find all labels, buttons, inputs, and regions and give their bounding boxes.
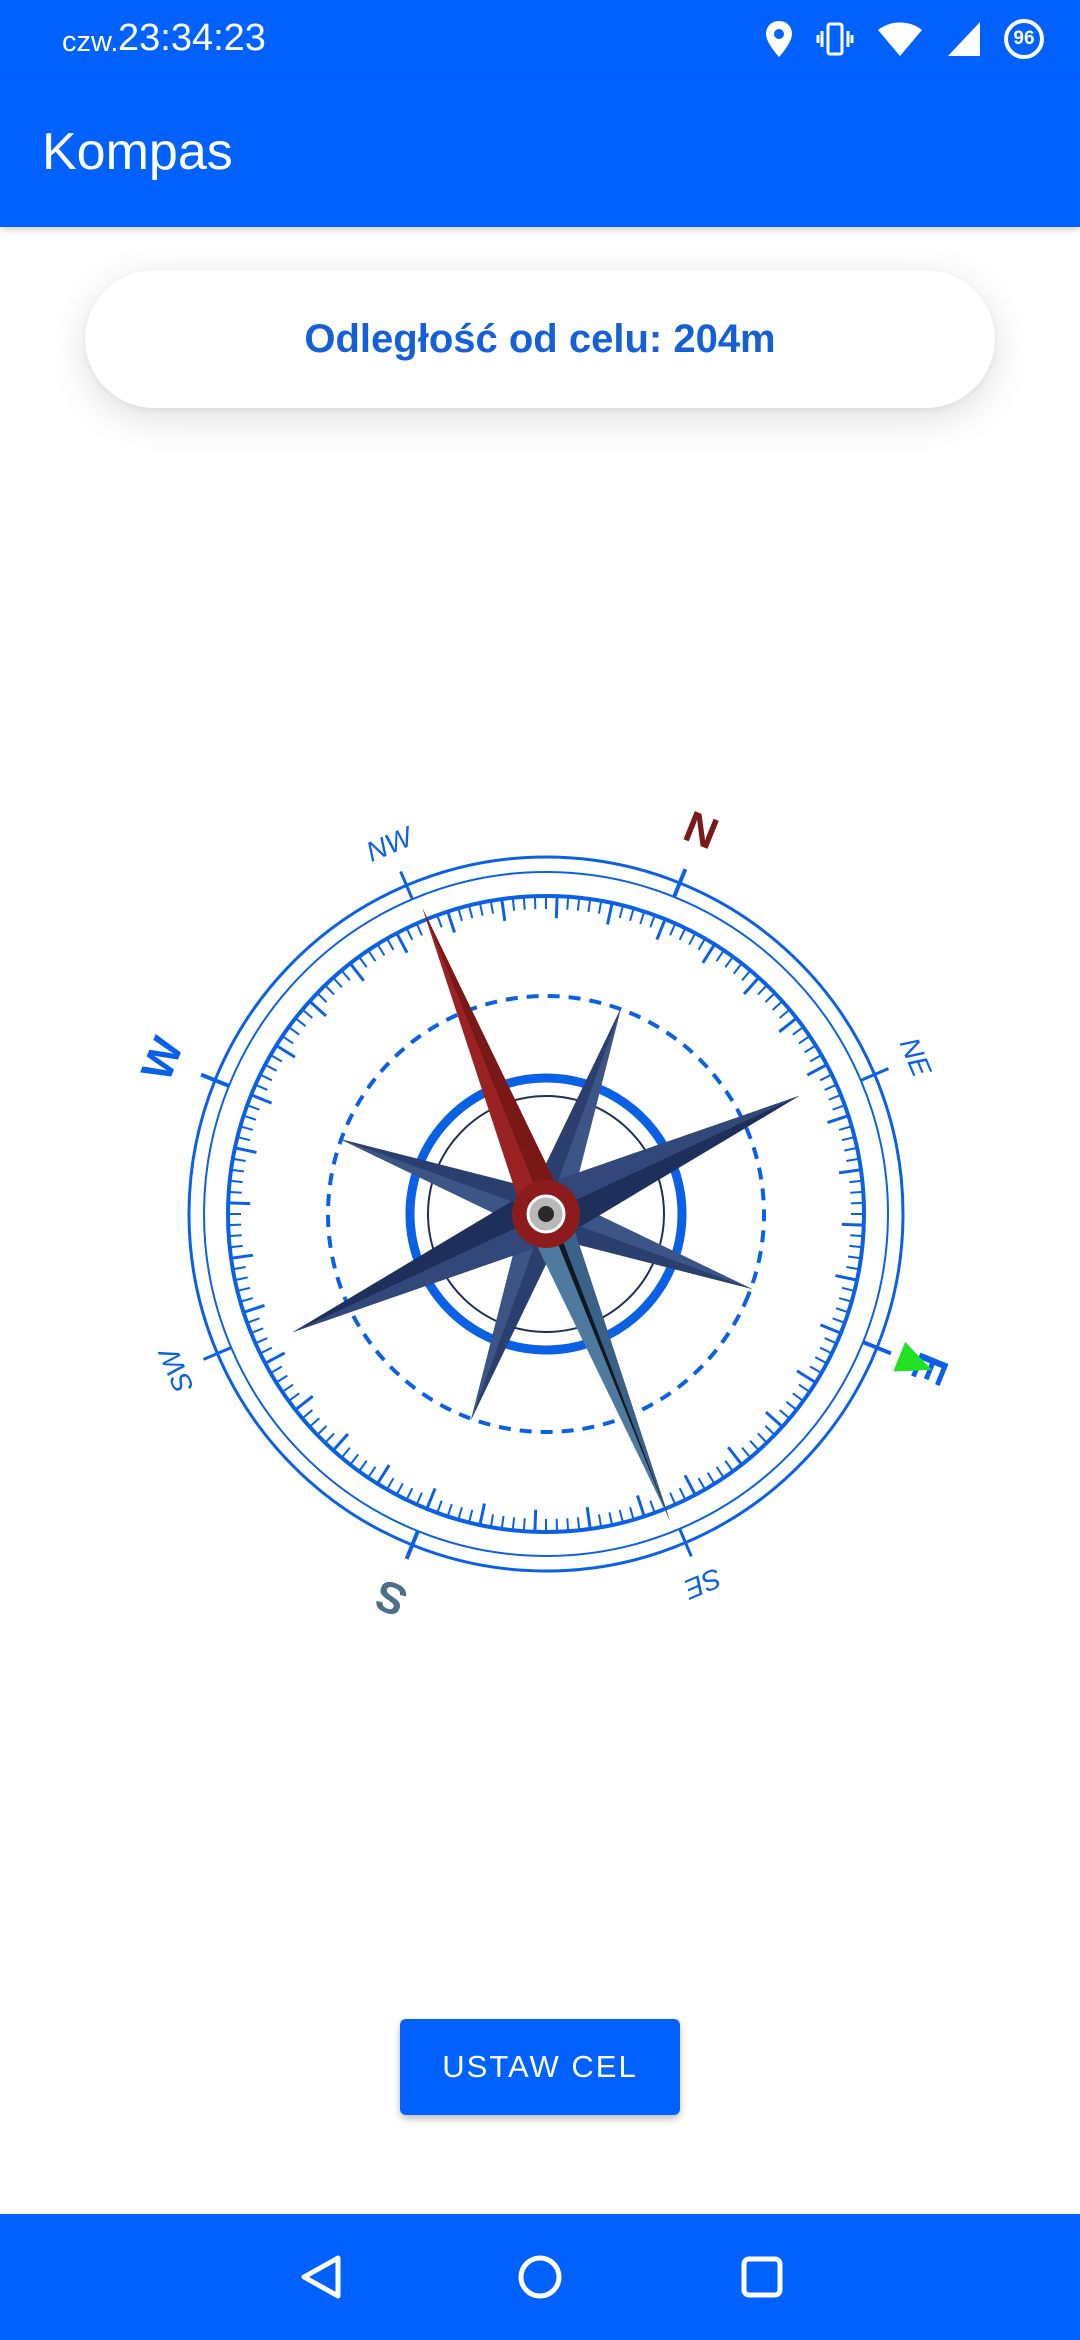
dial-tick bbox=[835, 1307, 849, 1314]
label-group-se: SE bbox=[678, 1528, 726, 1605]
dial-tick bbox=[798, 1383, 811, 1393]
dial-tick bbox=[832, 1317, 846, 1324]
dial-tick bbox=[240, 1125, 254, 1131]
dial-tick bbox=[606, 902, 614, 925]
dial-tick bbox=[741, 969, 752, 981]
dial-tick bbox=[281, 1035, 294, 1045]
dial-tick bbox=[835, 1274, 858, 1282]
dial-tick bbox=[255, 1083, 268, 1091]
dial-tick bbox=[701, 943, 716, 964]
dial-tick bbox=[819, 1346, 833, 1355]
dial-tick bbox=[234, 1146, 257, 1154]
dial-tick bbox=[715, 949, 725, 962]
dial-tick bbox=[764, 1410, 784, 1428]
dial-tick bbox=[554, 896, 559, 919]
dial-tick bbox=[230, 1253, 254, 1260]
dial-tick bbox=[270, 1054, 283, 1063]
dial-tick bbox=[275, 1044, 296, 1059]
dial-tick bbox=[405, 1487, 414, 1501]
dial-tick bbox=[395, 1482, 404, 1496]
dial-tick bbox=[316, 1425, 328, 1436]
dial-tick bbox=[324, 1432, 335, 1444]
dial-tick bbox=[757, 1432, 768, 1444]
dial-tick bbox=[425, 1487, 437, 1510]
dial-tick bbox=[697, 938, 706, 951]
dial-tick bbox=[386, 1477, 395, 1490]
cardinal-label-w: W bbox=[132, 1030, 193, 1087]
dial-tick bbox=[446, 1503, 453, 1517]
dial-tick bbox=[332, 1432, 350, 1452]
dial-tick bbox=[779, 1409, 791, 1420]
dial-tick bbox=[732, 962, 743, 975]
dial-tick bbox=[742, 976, 760, 996]
dial-tick bbox=[785, 1400, 798, 1411]
intercardinal-label-se: SE bbox=[679, 1562, 726, 1605]
dial-tick bbox=[796, 1369, 817, 1384]
intercardinal-label-nw: NW bbox=[362, 820, 419, 868]
dial-tick bbox=[264, 1063, 278, 1072]
dial-tick bbox=[669, 923, 677, 936]
dial-tick bbox=[308, 1000, 328, 1018]
dial-tick bbox=[824, 1337, 837, 1345]
dial-tick bbox=[500, 898, 507, 922]
dial-tick bbox=[688, 932, 697, 946]
nav-bar bbox=[0, 2214, 1080, 2340]
compass-area: N E S W NE bbox=[0, 0, 1080, 2340]
dial-tick bbox=[301, 1008, 313, 1019]
dial-tick bbox=[792, 1392, 804, 1402]
set-target-button[interactable]: USTAW CEL bbox=[400, 2019, 680, 2115]
compass-screen: czw. 23:34:23 96 Kompas Odległość od cel… bbox=[0, 0, 1080, 2340]
dial-tick bbox=[819, 1323, 842, 1335]
dial-tick bbox=[294, 1017, 307, 1028]
dial-tick bbox=[757, 984, 768, 996]
dial-tick bbox=[533, 1509, 538, 1532]
dial-tick bbox=[655, 918, 667, 941]
label-group-ne: NE bbox=[860, 1033, 938, 1082]
dial-tick bbox=[324, 984, 335, 996]
dial-tick bbox=[841, 1222, 864, 1227]
dial-tick bbox=[478, 1503, 486, 1526]
dial-tick bbox=[724, 956, 734, 968]
intercardinal-label-ne: NE bbox=[894, 1033, 938, 1081]
dial-tick bbox=[376, 1464, 391, 1485]
dial-tick bbox=[809, 1365, 822, 1374]
recents-icon[interactable] bbox=[732, 2247, 792, 2307]
dial-tick bbox=[457, 1506, 463, 1520]
dial-tick bbox=[639, 911, 646, 925]
cardinal-label-s: S bbox=[368, 1569, 414, 1625]
dial-tick bbox=[358, 1460, 368, 1472]
dial-tick bbox=[243, 1114, 257, 1121]
dial-tick bbox=[764, 992, 776, 1003]
dial-tick bbox=[838, 1168, 862, 1175]
dial-tick bbox=[415, 1492, 423, 1505]
dial-tick bbox=[349, 1453, 360, 1466]
home-icon[interactable] bbox=[510, 2247, 570, 2307]
dial-tick bbox=[585, 1506, 592, 1530]
cardinal-label-n: N bbox=[677, 802, 725, 859]
dial-tick bbox=[250, 1093, 273, 1105]
dial-tick bbox=[436, 1500, 443, 1514]
dial-tick bbox=[367, 1466, 377, 1479]
dial-tick bbox=[678, 927, 687, 941]
dial-tick bbox=[814, 1356, 828, 1365]
dial-tick bbox=[629, 908, 635, 922]
dial-tick bbox=[649, 914, 656, 928]
dial-tick bbox=[246, 1104, 260, 1111]
dial-tick bbox=[288, 1026, 300, 1036]
back-icon[interactable] bbox=[290, 2247, 350, 2307]
intercardinal-label-sw: SW bbox=[152, 1342, 199, 1398]
dial-tick bbox=[259, 1073, 273, 1082]
dial-tick bbox=[316, 992, 328, 1003]
dial-tick bbox=[764, 1425, 776, 1436]
dial-tick bbox=[838, 1297, 852, 1303]
compass: N E S W NE bbox=[132, 802, 957, 1626]
dial-tick bbox=[340, 1447, 351, 1459]
dial-tick bbox=[228, 1201, 251, 1206]
